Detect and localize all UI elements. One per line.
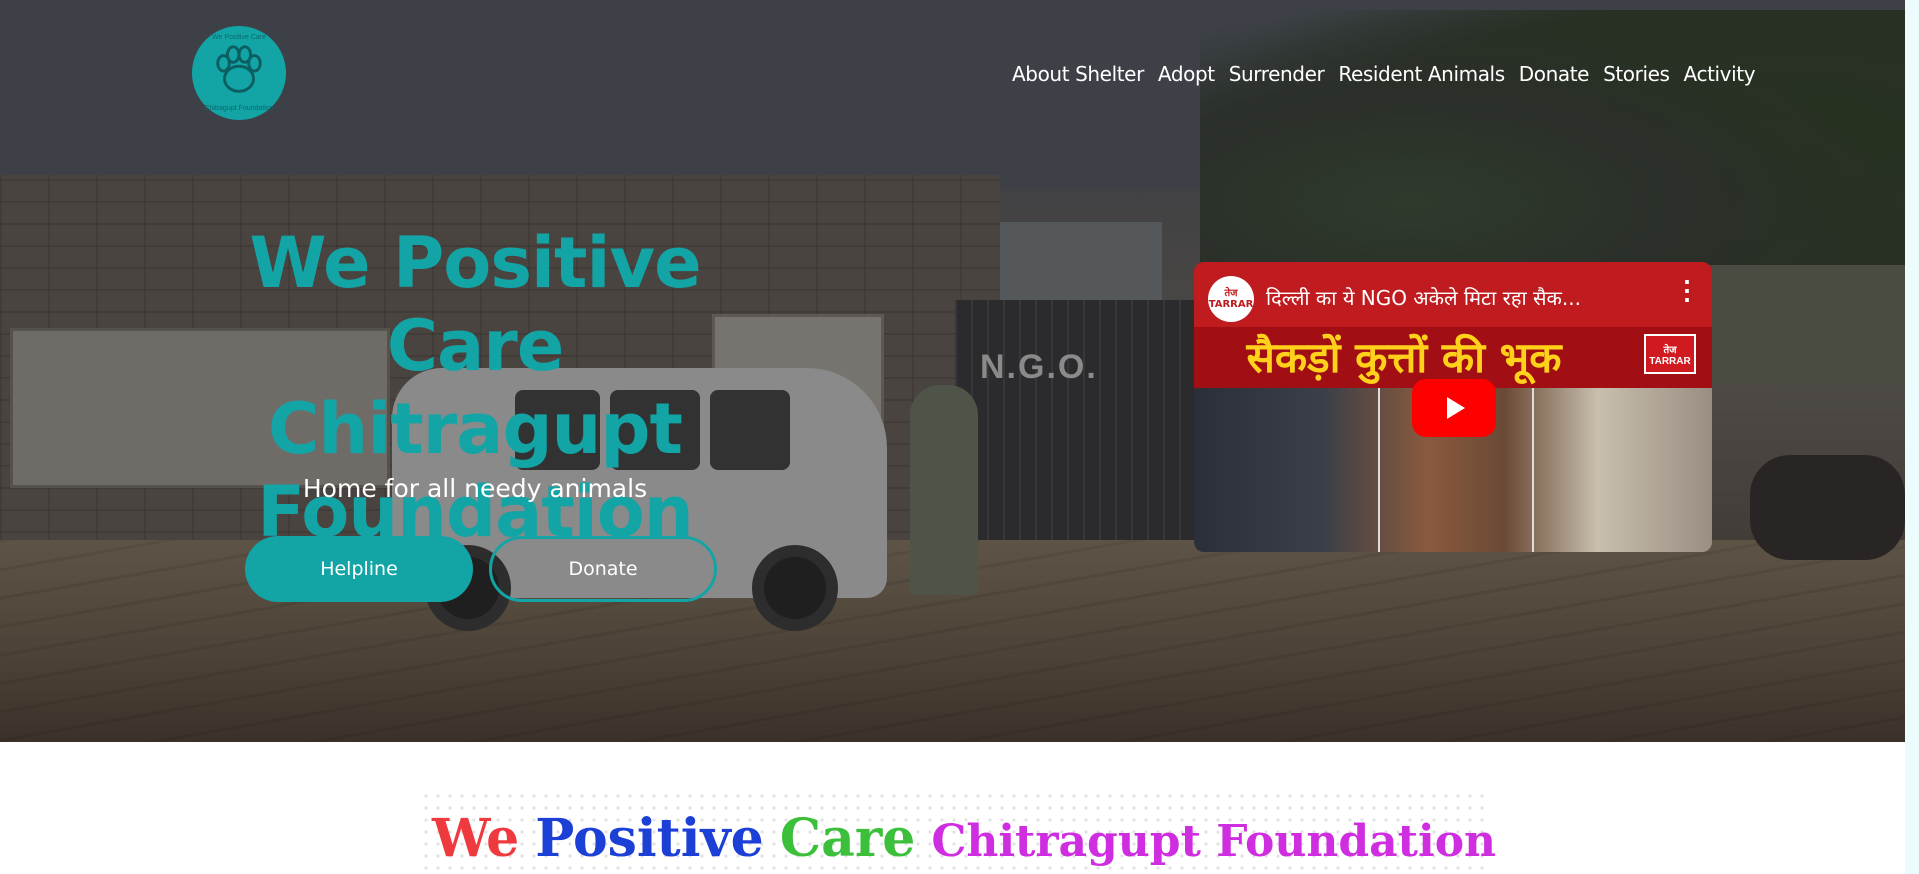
hero-background-gate <box>955 300 1195 540</box>
video-thumbnail-headline: सैकड़ों कुत्तों की भूक <box>1246 333 1562 382</box>
nav-item-resident-animals[interactable]: Resident Animals <box>1331 62 1511 86</box>
foundation-title-word-care: Care <box>779 808 916 869</box>
logo-bottom-text: Chitragupt Foundation <box>204 105 274 112</box>
nav-item-stories[interactable]: Stories <box>1596 62 1676 86</box>
logo-top-text: We Positive Care <box>212 34 266 41</box>
nav-item-surrender[interactable]: Surrender <box>1222 62 1332 86</box>
nav-item-donate[interactable]: Donate <box>1512 62 1596 86</box>
video-thumbnail-divider <box>1378 388 1380 552</box>
hero-title-line2: Chitragupt <box>268 388 683 470</box>
more-vert-icon[interactable]: ⋮ <box>1674 277 1700 303</box>
foundation-title-word-we: We <box>432 808 520 869</box>
video-channel-avatar[interactable]: तेज TARRAR <box>1208 276 1254 322</box>
hero-gate-label: N.G.O. <box>980 348 1098 386</box>
video-channel-logo-small: तेज TARRAR <box>1644 334 1696 374</box>
play-icon[interactable] <box>1412 379 1496 437</box>
helpline-button[interactable]: Helpline <box>245 536 473 602</box>
hero-subtitle: Home for all needy animals <box>302 474 648 503</box>
foundation-title-word-positive: Positive <box>535 808 764 869</box>
hero-background-person <box>910 385 978 595</box>
nav-item-adopt[interactable]: Adopt <box>1151 62 1222 86</box>
foundation-title-suffix: Chitragupt Foundation <box>931 816 1497 867</box>
hero-title-line1: We Positive Care <box>249 222 701 387</box>
paw-logo-icon <box>210 42 268 105</box>
nav-item-about-shelter[interactable]: About Shelter <box>1005 62 1151 86</box>
hero-background-motorbike <box>1750 455 1905 560</box>
donate-button[interactable]: Donate <box>489 536 717 602</box>
nav-item-activity[interactable]: Activity <box>1677 62 1763 86</box>
site-logo[interactable]: We Positive Care Chitragupt Foundation <box>192 26 286 120</box>
video-thumbnail-divider <box>1532 388 1534 552</box>
page-edge-strip <box>1905 0 1919 874</box>
main-nav: About Shelter Adopt Surrender Resident A… <box>1005 62 1762 86</box>
video-title[interactable]: दिल्ली का ये NGO अकेले मिटा रहा सैक... <box>1266 284 1646 311</box>
youtube-video-embed[interactable]: सैकड़ों कुत्तों की भूक तेज TARRAR तेज TA… <box>1194 262 1712 552</box>
foundation-title: We Positive Care Chitragupt Foundation <box>432 808 1496 874</box>
hero-title: We Positive Care Chitragupt Foundation <box>160 222 790 554</box>
van-wheel <box>752 545 838 631</box>
